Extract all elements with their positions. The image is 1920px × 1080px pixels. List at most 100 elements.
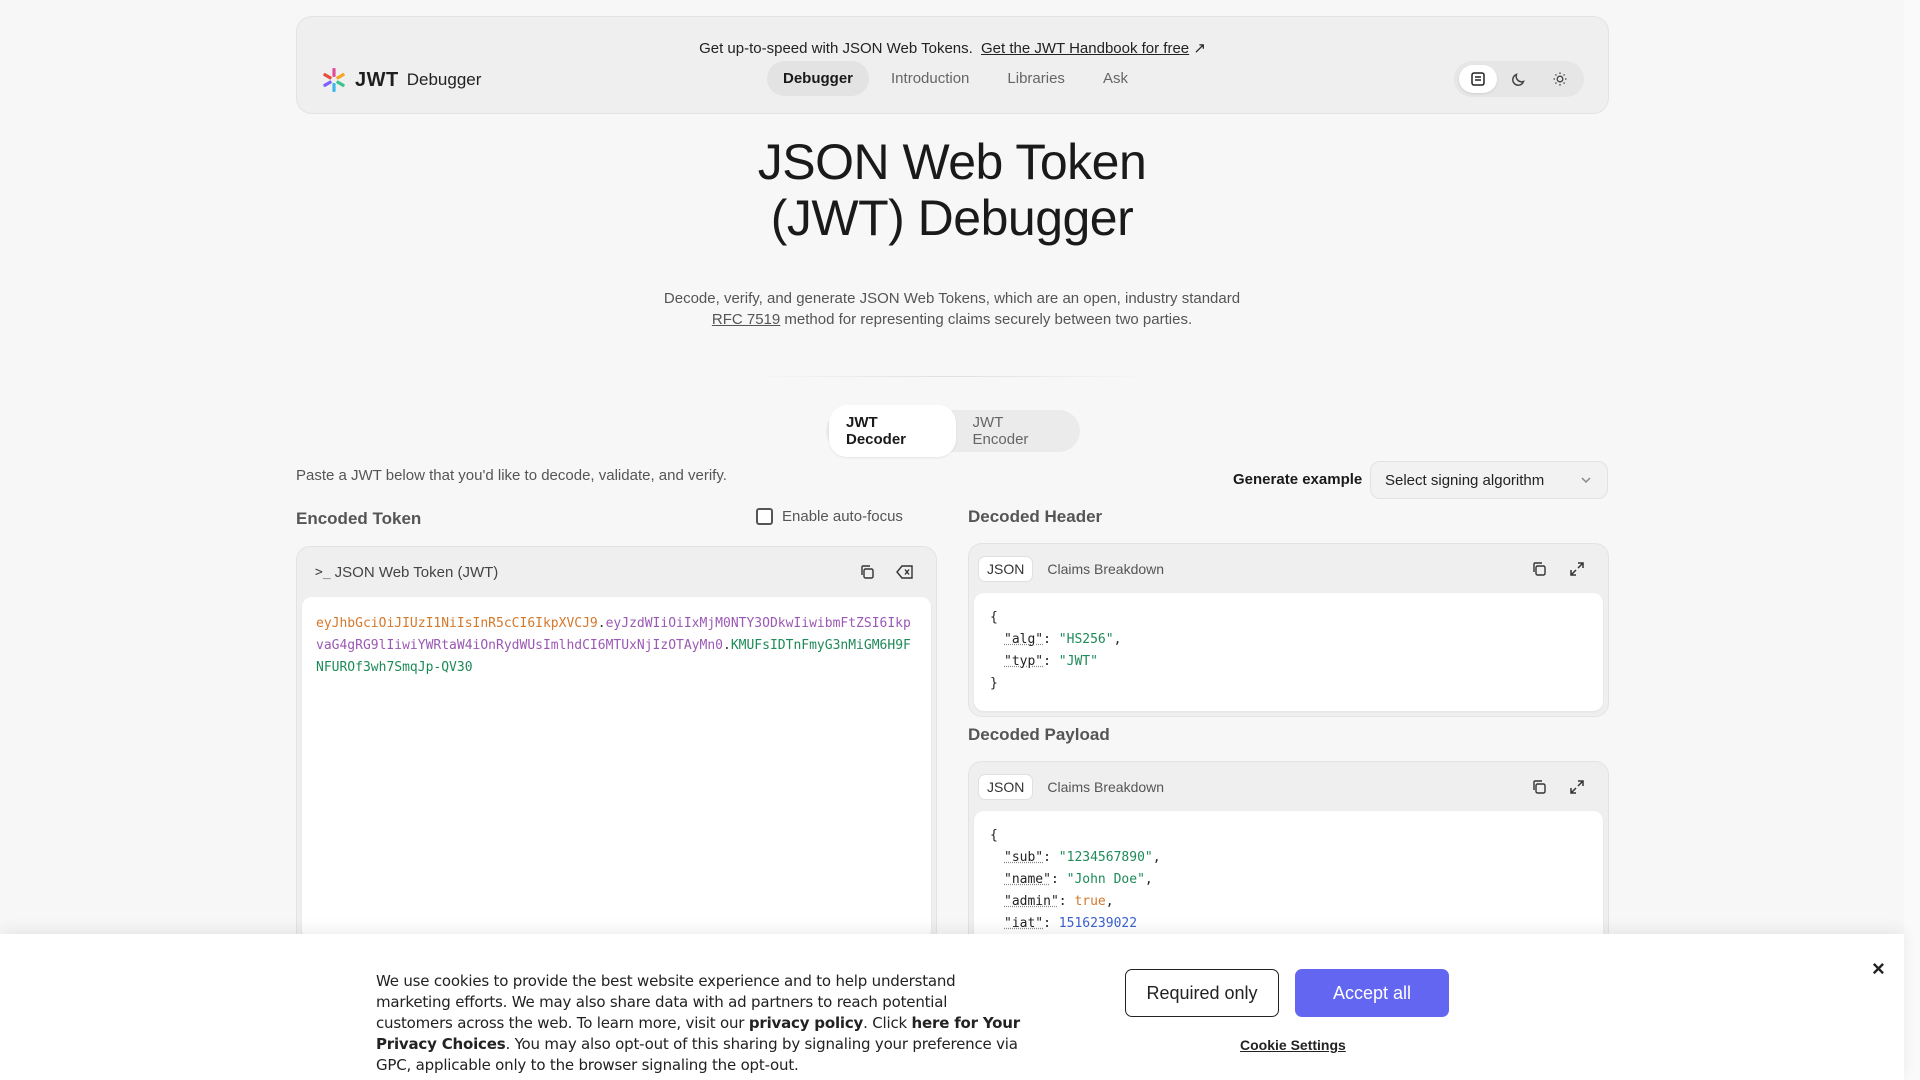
json-line-typ: "typ": "JWT"	[1004, 654, 1098, 669]
json-brace: }	[990, 676, 998, 691]
autofocus-checkbox[interactable]	[756, 508, 773, 525]
signing-algorithm-select[interactable]: Select signing algorithm	[1370, 461, 1608, 499]
title-line-2: (JWT) Debugger	[770, 190, 1134, 246]
sun-icon	[1553, 72, 1567, 86]
header-tab-claims[interactable]: Claims Breakdown	[1039, 557, 1172, 581]
json-line-sub: "sub": "1234567890",	[1004, 850, 1161, 865]
description-line-1: Decode, verify, and generate JSON Web To…	[663, 290, 1241, 307]
tab-jwt-encoder[interactable]: JWT Encoder	[956, 405, 1077, 457]
required-only-button[interactable]: Required only	[1125, 969, 1279, 1017]
dark-theme-button[interactable]	[1500, 65, 1538, 93]
encoded-actions	[856, 561, 916, 583]
nav-libraries[interactable]: Libraries	[991, 61, 1081, 96]
json-line-admin: "admin": true,	[1004, 894, 1114, 909]
header-actions	[1528, 558, 1588, 580]
json-key: "iat"	[1004, 916, 1044, 931]
main-nav: Debugger Introduction Libraries Ask	[767, 61, 1144, 96]
decoded-header-panel: JSON Claims Breakdown { "alg": "HS256", …	[968, 543, 1609, 717]
light-theme-button[interactable]	[1541, 65, 1579, 93]
nav-debugger[interactable]: Debugger	[767, 61, 870, 96]
json-brace: {	[990, 610, 998, 625]
copy-header-button[interactable]	[1528, 558, 1550, 580]
decoder-hint: Paste a JWT below that you'd like to dec…	[296, 467, 727, 484]
cookie-settings-link[interactable]: Cookie Settings	[1240, 1037, 1346, 1053]
page-title: JSON Web Token (JWT) Debugger	[0, 134, 1904, 246]
json-value: "HS256"	[1058, 632, 1114, 647]
backspace-icon	[896, 565, 913, 579]
header-tab-json[interactable]: JSON	[978, 556, 1034, 582]
json-key: "name"	[1004, 872, 1051, 887]
payload-actions	[1528, 776, 1588, 798]
rfc-link[interactable]: RFC 7519	[712, 311, 780, 328]
token-dot: .	[723, 638, 731, 653]
autofocus-label: Enable auto-focus	[782, 508, 903, 525]
decoded-payload-tabs: JSON Claims Breakdown	[969, 762, 1608, 812]
payload-json: { "sub": "1234567890", "name": "John Doe…	[974, 811, 1603, 949]
algorithm-select-value: Select signing algorithm	[1385, 471, 1545, 489]
system-theme-button[interactable]	[1459, 65, 1498, 93]
page-scrollbar[interactable]	[1904, 0, 1920, 1080]
json-line-iat: "iat": 1516239022	[1004, 916, 1138, 931]
generate-example-label: Generate example	[1233, 471, 1363, 488]
json-value: "JWT"	[1058, 654, 1098, 669]
copy-icon	[861, 565, 874, 579]
cookie-banner: We use cookies to provide the best websi…	[0, 934, 1904, 1080]
expand-icon	[1570, 780, 1584, 794]
expand-payload-button[interactable]	[1566, 776, 1588, 798]
json-key: "alg"	[1004, 632, 1044, 647]
json-line-name: "name": "John Doe",	[1004, 872, 1153, 887]
header-json: { "alg": "HS256", "typ": "JWT" }	[974, 593, 1603, 709]
moon-icon	[1512, 73, 1525, 86]
json-key: "admin"	[1004, 894, 1059, 909]
decoded-payload-title: Decoded Payload	[968, 725, 1110, 744]
divider	[752, 376, 1152, 377]
tab-jwt-decoder[interactable]: JWT Decoder	[829, 405, 956, 457]
payload-tab-claims[interactable]: Claims Breakdown	[1039, 775, 1172, 799]
json-brace: {	[990, 828, 998, 843]
brand[interactable]: JWT Debugger	[321, 67, 481, 93]
brand-name: JWT	[355, 68, 399, 91]
clear-token-button[interactable]	[894, 561, 916, 583]
copy-payload-button[interactable]	[1528, 776, 1550, 798]
encoded-token-title: Encoded Token	[296, 509, 422, 528]
chevron-down-icon	[1581, 477, 1591, 484]
json-value: "1234567890"	[1058, 850, 1153, 865]
copy-token-button[interactable]	[856, 561, 878, 583]
theme-switcher	[1454, 61, 1584, 97]
brand-subtitle: Debugger	[406, 70, 482, 89]
system-icon	[1471, 72, 1486, 86]
page-description: Decode, verify, and generate JSON Web To…	[0, 288, 1904, 330]
nav-introduction[interactable]: Introduction	[875, 61, 985, 96]
copy-icon	[1533, 780, 1546, 794]
expand-icon	[1570, 562, 1584, 576]
copy-icon	[1533, 562, 1546, 576]
cookie-text-2: . Click	[863, 1014, 912, 1032]
privacy-policy-link[interactable]: privacy policy	[749, 1014, 863, 1032]
token-header-part: eyJhbGciOiJIUzI1NiIsInR5cCI6IkpXVCJ9	[316, 616, 598, 631]
title-line-1: JSON Web Token	[757, 134, 1147, 190]
accept-all-button[interactable]: Accept all	[1295, 969, 1449, 1017]
announcement-banner: Get up-to-speed with JSON Web Tokens. Ge…	[297, 39, 1608, 57]
encoded-token-panel: >_ JSON Web Token (JWT) eyJhbGciOiJIUzI1…	[296, 546, 937, 946]
payload-tab-json[interactable]: JSON	[978, 774, 1034, 800]
encoded-token-panel-header: >_ JSON Web Token (JWT)	[297, 547, 936, 597]
top-header-card: Get up-to-speed with JSON Web Tokens. Ge…	[296, 16, 1609, 114]
token-input[interactable]: eyJhbGciOiJIUzI1NiIsInR5cCI6IkpXVCJ9.eyJ…	[302, 597, 931, 940]
jwt-panel-label: JSON Web Token (JWT)	[334, 563, 499, 581]
json-key: "typ"	[1004, 654, 1044, 669]
mode-tabs: JWT Decoder JWT Encoder	[826, 405, 1080, 457]
token-dot: .	[597, 616, 606, 631]
close-icon[interactable]: ×	[1872, 956, 1885, 982]
nav-ask[interactable]: Ask	[1087, 61, 1144, 96]
json-key: "sub"	[1004, 850, 1044, 865]
json-line-alg: "alg": "HS256",	[1004, 632, 1122, 647]
handbook-link[interactable]: Get the JWT Handbook for free	[981, 40, 1189, 57]
decoded-header-title: Decoded Header	[968, 507, 1103, 526]
decoded-header-content: { "alg": "HS256", "typ": "JWT" }	[974, 593, 1603, 711]
json-value: 1516239022	[1058, 916, 1138, 931]
jwt-logo-icon	[323, 68, 345, 92]
json-value: "John Doe"	[1066, 872, 1145, 887]
autofocus-toggle[interactable]: Enable auto-focus	[756, 508, 903, 525]
json-value: true	[1074, 894, 1106, 909]
expand-header-button[interactable]	[1566, 558, 1588, 580]
